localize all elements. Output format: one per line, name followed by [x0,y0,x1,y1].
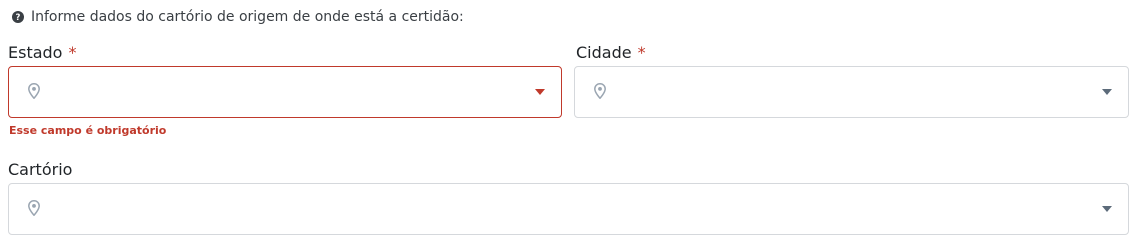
map-pin-icon [28,200,40,216]
map-pin-icon [28,83,40,99]
chevron-down-icon[interactable] [1102,89,1112,95]
estado-label-text: Estado [8,43,63,62]
map-pin-icon [594,83,606,99]
estado-label: Estado * [8,43,76,62]
info-message: ? Informe dados do cartório de origem de… [12,9,464,25]
estado-select[interactable] [8,66,562,118]
cidade-label: Cidade * [576,43,646,62]
cartorio-select[interactable] [8,183,1129,235]
cartorio-label: Cartório [8,160,72,179]
estado-error-message: Esse campo é obrigatório [9,124,167,137]
info-text: Informe dados do cartório de origem de o… [31,9,464,25]
question-circle-icon: ? [12,11,24,23]
cartorio-label-text: Cartório [8,160,73,179]
cidade-required-mark: * [637,43,646,62]
cidade-select[interactable] [574,66,1129,118]
estado-required-mark: * [68,43,77,62]
origin-registry-form: ? Informe dados do cartório de origem de… [0,0,1138,248]
svg-text:?: ? [16,13,21,23]
cidade-label-text: Cidade [576,43,632,62]
chevron-down-icon[interactable] [1102,206,1112,212]
chevron-down-icon[interactable] [535,89,545,95]
